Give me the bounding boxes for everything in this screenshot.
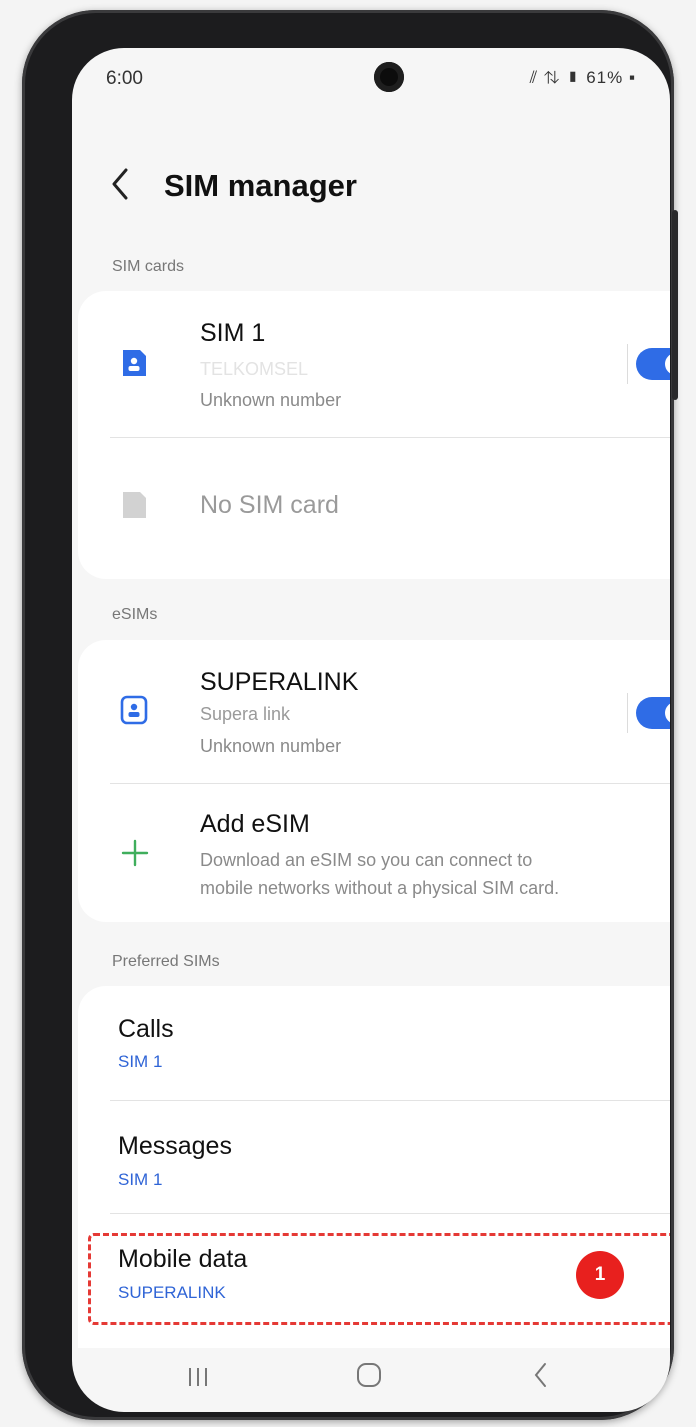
sim-card-empty-icon [123, 492, 146, 518]
no-sim-label: No SIM card [200, 491, 339, 519]
calls-label: Calls [118, 1015, 174, 1043]
nav-back-button[interactable] [517, 1360, 565, 1400]
battery-icon: ▪ [623, 68, 636, 87]
app-header: SIM manager [72, 166, 670, 226]
preferred-messages-row[interactable]: Messages SIM 1 [78, 1101, 670, 1213]
add-esim-title: Add eSIM [200, 810, 310, 838]
esim-toggle[interactable] [636, 697, 670, 729]
sim-1-toggle[interactable] [636, 348, 670, 380]
esim-icon [120, 695, 148, 725]
messages-label: Messages [118, 1132, 232, 1160]
toggle-separator [627, 344, 628, 384]
chevron-left-icon [112, 168, 128, 200]
status-bar: 6:00 ⫽ ⇅ ▮ 61% ▪ [72, 48, 670, 108]
calls-value: SIM 1 [118, 1052, 163, 1071]
add-esim-row[interactable]: Add eSIM Download an eSIM so you can con… [78, 784, 670, 922]
sim-1-row[interactable]: SIM 1 TELKOMSEL Unknown number [78, 291, 670, 437]
sim-2-row: No SIM card [78, 438, 670, 578]
phone-frame: 6:00 ⫽ ⇅ ▮ 61% ▪ SIM manager SIM cards S… [22, 10, 678, 1420]
add-esim-description-line-1: Download an eSIM so you can connect to [200, 850, 533, 870]
sim-cards-card: SIM 1 TELKOMSEL Unknown number No SIM ca… [78, 291, 670, 579]
messages-value: SIM 1 [118, 1170, 163, 1189]
signal-icon: ⫽ ⇅ ▮ [529, 68, 587, 87]
page-title: SIM manager [164, 168, 357, 203]
esim-name: SUPERALINK [200, 668, 359, 696]
back-icon [534, 1363, 546, 1387]
section-label-preferred-sims: Preferred SIMs [112, 953, 220, 970]
navigation-bar [72, 1350, 670, 1410]
back-button[interactable] [108, 166, 144, 212]
esims-card: SUPERALINK Supera link Unknown number Ad… [78, 640, 670, 922]
sim-1-carrier: TELKOMSEL [200, 359, 309, 379]
home-icon [357, 1363, 381, 1387]
section-label-esims: eSIMs [112, 606, 158, 623]
sim-1-number: Unknown number [200, 390, 342, 410]
front-camera [374, 62, 404, 92]
recents-icon [189, 1368, 207, 1386]
side-button [672, 210, 678, 400]
sim-card-icon [123, 350, 146, 376]
battery-percent: 61% [586, 68, 624, 87]
toggle-separator [627, 693, 628, 733]
recents-button[interactable] [174, 1360, 222, 1400]
preferred-calls-row[interactable]: Calls SIM 1 [78, 986, 670, 1100]
esim-carrier: Supera link [200, 704, 291, 724]
status-time: 6:00 [106, 68, 143, 89]
screen: 6:00 ⫽ ⇅ ▮ 61% ▪ SIM manager SIM cards S… [72, 48, 670, 1412]
plus-icon [121, 839, 149, 867]
esim-superalink-row[interactable]: SUPERALINK Supera link Unknown number [78, 640, 670, 783]
status-icons: ⫽ ⇅ ▮ 61% ▪ [530, 68, 636, 88]
esim-number: Unknown number [200, 736, 342, 756]
sim-1-name: SIM 1 [200, 319, 266, 347]
add-esim-description-line-2: mobile networks without a physical SIM c… [200, 878, 560, 898]
step-number-badge: 1 [576, 1251, 624, 1299]
section-label-sim-cards: SIM cards [112, 258, 185, 275]
home-button[interactable] [345, 1360, 393, 1400]
